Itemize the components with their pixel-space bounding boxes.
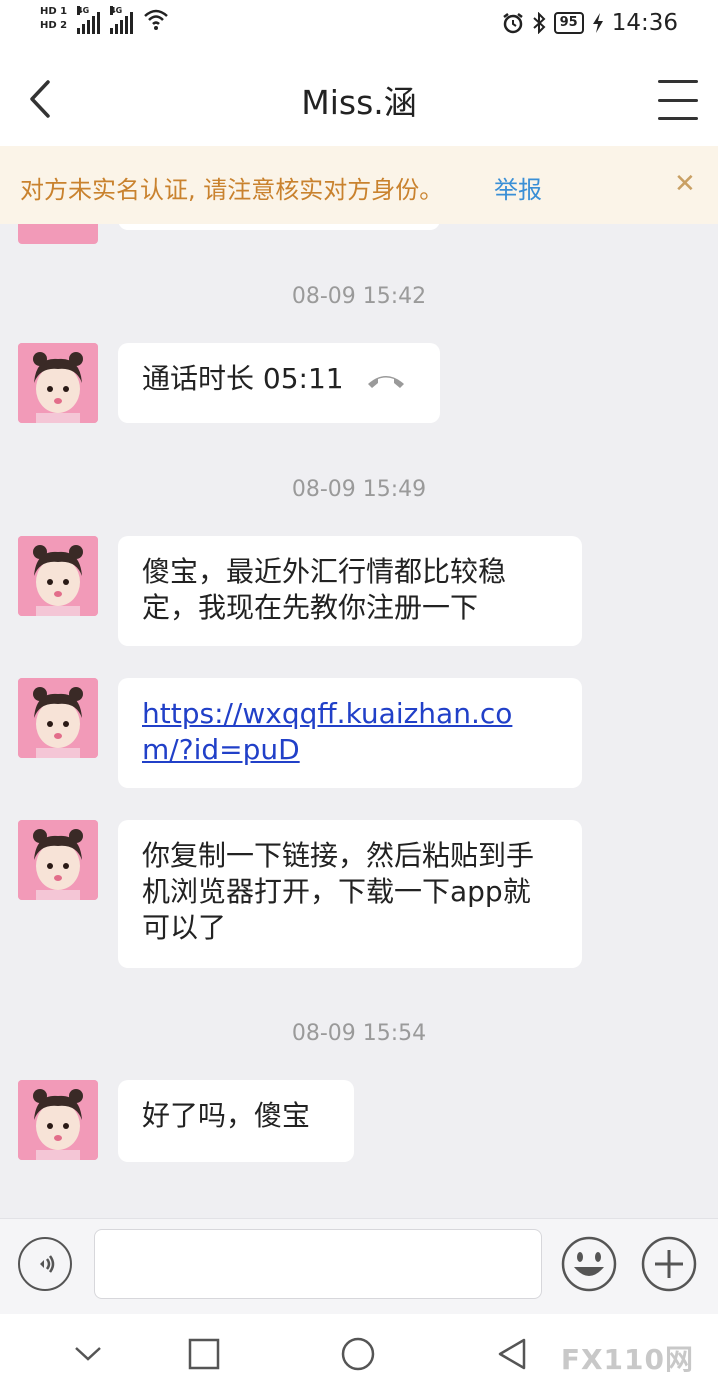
message-bubble (118, 224, 440, 230)
menu-button[interactable] (658, 80, 698, 120)
nav-collapse-button[interactable] (66, 1332, 110, 1376)
bluetooth-icon (532, 12, 546, 34)
message-input[interactable] (94, 1229, 542, 1299)
sim1-label: HD 1 (40, 6, 68, 17)
timestamp: 08-09 15:54 (291, 1021, 427, 1046)
message-list[interactable]: 08-09 15:42 通话时长 05:11 08-09 15:49 傻宝，最近… (0, 224, 718, 1218)
status-bar-right: 95 14:36 (502, 10, 678, 36)
warning-text: 对方未实名认证, 请注意核实对方身份。 (20, 176, 444, 204)
message-bubble[interactable]: 好了吗，傻宝 (118, 1080, 354, 1162)
message-bubble[interactable]: 傻宝，最近外汇行情都比较稳定，我现在先教你注册一下 (118, 536, 582, 646)
timestamp: 08-09 15:49 (291, 477, 427, 502)
avatar[interactable] (18, 224, 98, 244)
avatar[interactable] (18, 678, 98, 758)
square-icon (188, 1338, 220, 1370)
phone-hangup-icon (367, 376, 404, 388)
voice-button[interactable] (18, 1237, 72, 1291)
network-label: 4G (77, 6, 90, 15)
plus-icon[interactable] (640, 1235, 698, 1293)
avatar[interactable] (18, 536, 98, 616)
message-text: 傻宝，最近外汇行情都比较稳定，我现在先教你注册一下 (142, 555, 507, 624)
battery-icon: 95 (553, 12, 584, 34)
message-link[interactable]: https://wxqqff.kuaizhan.com/?id=puD (142, 697, 512, 766)
signal-icon: 4G (110, 6, 134, 34)
voice-icon (40, 1255, 55, 1273)
message-text: 你复制一下链接，然后粘贴到手机浏览器打开，下载一下app就可以了 (142, 839, 535, 944)
signal-icon: 4G (77, 6, 101, 34)
triangle-back-icon (498, 1338, 526, 1370)
avatar[interactable] (18, 1080, 98, 1160)
chat-header: Miss.涵 (0, 52, 718, 146)
avatar-image (18, 1080, 98, 1160)
clock: 14:36 (611, 10, 678, 36)
status-bar-left: HD 1 HD 2 4G 4G (40, 6, 169, 34)
call-record-bubble[interactable]: 通话时长 05:11 (118, 343, 440, 423)
contact-name: Miss.涵 (301, 83, 417, 122)
wifi-icon (144, 9, 168, 30)
chevron-down-icon (75, 1347, 101, 1361)
input-bar (0, 1218, 718, 1315)
avatar[interactable] (18, 343, 98, 423)
message-bubble[interactable]: 你复制一下链接，然后粘贴到手机浏览器打开，下载一下app就可以了 (118, 820, 582, 968)
system-nav-bar: FX110网 (0, 1314, 718, 1392)
avatar[interactable] (18, 820, 98, 900)
sim2-label: HD 2 (40, 20, 68, 31)
circle-icon (341, 1337, 375, 1371)
avatar-image (18, 678, 98, 758)
avatar-image (18, 536, 98, 616)
avatar-image (18, 343, 98, 423)
message-bubble[interactable]: https://wxqqff.kuaizhan.com/?id=puD (118, 678, 582, 788)
alarm-icon (502, 13, 523, 34)
message-text: 好了吗，傻宝 (142, 1099, 311, 1132)
hamburger-menu-icon (658, 80, 698, 83)
verification-warning-banner: 对方未实名认证, 请注意核实对方身份。 举报 ✕ (0, 146, 718, 224)
avatar-image (18, 820, 98, 900)
watermark-logo: FX110网 (560, 1343, 694, 1376)
charging-icon (592, 13, 603, 33)
network-label: 4G (110, 6, 123, 15)
back-nav-button[interactable] (490, 1332, 534, 1376)
status-bar: HD 1 HD 2 4G 4G 95 14:36 (0, 0, 718, 52)
sim-indicators: HD 1 HD 2 (40, 6, 67, 32)
close-icon[interactable]: ✕ (674, 170, 696, 198)
recent-apps-button[interactable] (182, 1332, 226, 1376)
emoji-icon[interactable] (560, 1235, 618, 1293)
call-duration-text: 通话时长 05:11 (142, 362, 344, 395)
timestamp: 08-09 15:42 (291, 284, 427, 309)
report-link[interactable]: 举报 (494, 170, 542, 205)
home-button[interactable] (336, 1332, 380, 1376)
